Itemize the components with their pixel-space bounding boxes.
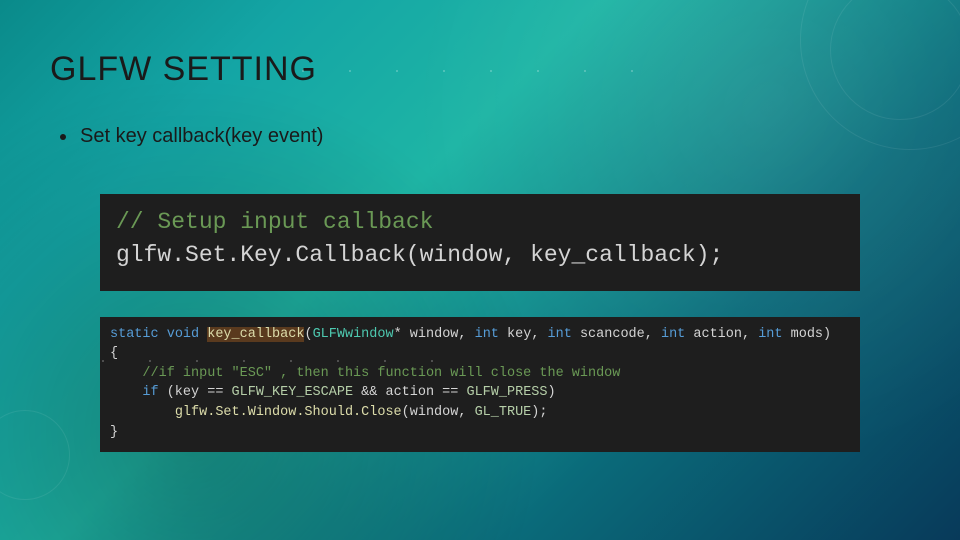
if-cond-open: (key ==	[159, 385, 232, 400]
param-window: window,	[402, 327, 475, 342]
if-cond-close: )	[548, 385, 556, 400]
type-int: int	[758, 327, 782, 342]
code-block-key-callback-fn: static void key_callback(GLFWwindow* win…	[100, 317, 860, 452]
if-and: && action ==	[353, 385, 466, 400]
call-args-open: (window,	[402, 405, 475, 420]
slide: GLFW SETTING Set key callback(key event)…	[0, 0, 960, 540]
param-key: key,	[499, 327, 548, 342]
call-args-close: );	[531, 405, 547, 420]
bullet-item: Set key callback(key event)	[60, 125, 910, 148]
bullet-text: Set key callback(key event)	[80, 125, 323, 148]
macro-escape: GLFW_KEY_ESCAPE	[232, 385, 354, 400]
decorative-circle	[0, 410, 70, 500]
type-int: int	[548, 327, 572, 342]
function-name: key_callback	[207, 327, 304, 342]
keyword-static: static	[110, 327, 159, 342]
param-action: action,	[685, 327, 758, 342]
call-fn-close: glfw.Set.Window.Should.Close	[175, 405, 402, 420]
param-mods: mods)	[783, 327, 832, 342]
macro-gltrue: GL_TRUE	[475, 405, 532, 420]
paren-open: (	[304, 327, 312, 342]
bullet-dot-icon	[60, 134, 66, 140]
param-scancode: scancode,	[572, 327, 661, 342]
code-comment: // Setup input callback	[116, 206, 844, 239]
code-block-setup-callback: // Setup input callback glfw.Set.Key.Cal…	[100, 194, 860, 291]
type-int: int	[475, 327, 499, 342]
type-glfwwindow: GLFWwindow	[313, 327, 394, 342]
code-line: glfw.Set.Key.Callback(window, key_callba…	[116, 239, 844, 272]
keyword-void: void	[167, 327, 199, 342]
macro-press: GLFW_PRESS	[466, 385, 547, 400]
brace-close: }	[110, 425, 118, 440]
keyword-if: if	[142, 385, 158, 400]
pointer-star: *	[394, 327, 402, 342]
type-int: int	[661, 327, 685, 342]
